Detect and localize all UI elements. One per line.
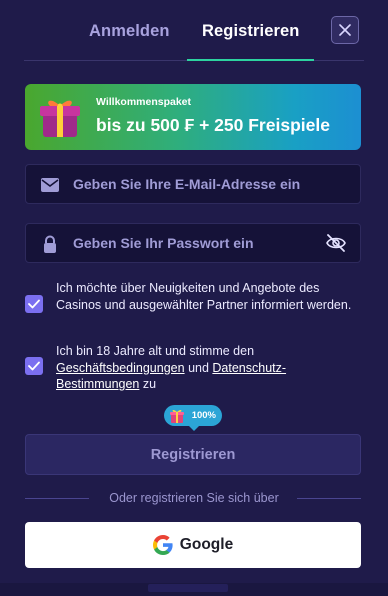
eye-off-icon[interactable] [325,233,347,253]
password-field[interactable]: Geben Sie Ihr Passwort ein [25,223,361,263]
lock-icon [44,235,56,253]
terms-link[interactable]: Geschäftsbedingungen [56,361,185,375]
badge-tail [188,425,200,431]
terms-checkbox[interactable] [25,357,43,375]
email-icon [41,178,59,192]
gift-icon [170,409,184,423]
terms-text-after: zu [142,377,157,391]
google-icon [152,535,173,555]
welcome-bonus-banner: Willkommenspaket bis zu 500 ₣ + 250 Frei… [25,84,361,150]
newsletter-consent-text: Ich möchte über Neuigkeiten und Angebote… [56,281,352,312]
google-signup-button[interactable]: Google [25,522,361,568]
gift-icon [40,100,80,137]
auth-tabs: Anmelden Registrieren [0,0,388,62]
check-icon [28,299,40,309]
check-icon [28,361,40,371]
terms-text-mid: und [188,360,209,375]
newsletter-checkbox[interactable] [25,295,43,313]
email-field[interactable]: Geben Sie Ihre E-Mail-Adresse ein [25,164,361,204]
tab-register[interactable]: Registrieren [202,22,300,41]
progress-value: 100% [191,410,216,421]
google-label: Google [179,536,234,553]
terms-text-before: Ich bin 18 Jahre alt und stimme den [56,344,255,358]
register-button[interactable]: Registrieren [25,434,361,475]
close-icon [339,24,351,36]
promo-headline: bis zu 500 ₣ + 250 Freispiele [96,115,330,135]
password-placeholder: Geben Sie Ihr Passwort ein [73,235,254,251]
close-button[interactable] [331,16,359,44]
terms-consent-text: Ich bin 18 Jahre alt und stimme den Gesc… [56,343,356,393]
tab-login[interactable]: Anmelden [89,22,170,41]
page-bottom-fragment [148,584,228,592]
divider-right [297,498,361,499]
active-tab-indicator [187,59,314,61]
email-placeholder: Geben Sie Ihre E-Mail-Adresse ein [73,176,301,192]
page-bottom-edge [0,583,388,596]
promo-label: Willkommenspaket [96,96,192,108]
